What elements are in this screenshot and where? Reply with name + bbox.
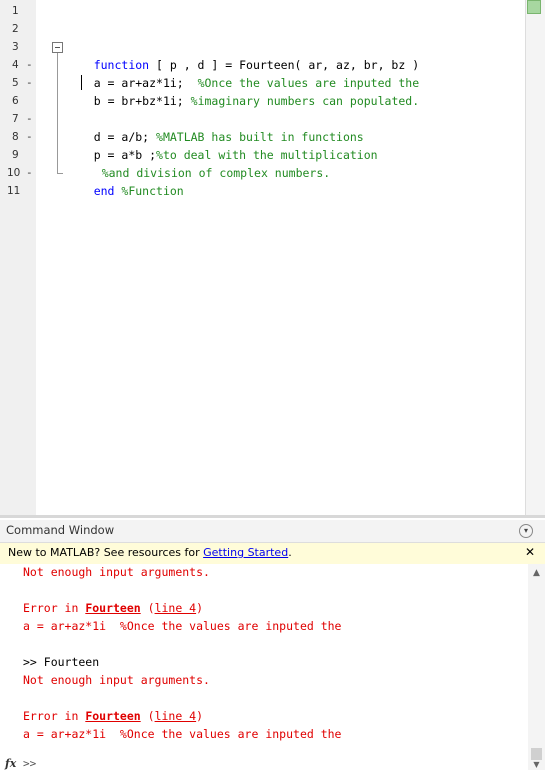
close-icon[interactable]: ✕ bbox=[525, 545, 535, 559]
output-line: a = ar+az*1i %Once the values are inpute… bbox=[23, 619, 342, 633]
code-text: = br+bz*1i; bbox=[107, 94, 191, 108]
error-text: ( bbox=[140, 709, 155, 723]
executable-line-marker[interactable]: - bbox=[26, 110, 34, 128]
output-line: a = ar+az*1i %Once the values are inpute… bbox=[23, 727, 342, 741]
code-text: b bbox=[93, 94, 108, 108]
command-prompt[interactable]: >> bbox=[23, 757, 36, 770]
code-line-9[interactable]: %and division of complex numbers. bbox=[74, 146, 330, 180]
error-text: ) bbox=[196, 709, 204, 723]
banner-suffix: . bbox=[288, 546, 292, 559]
editor-scrollbar[interactable] bbox=[525, 0, 545, 515]
executable-line-marker[interactable]: - bbox=[26, 128, 34, 146]
command-history-line: >> Fourteen bbox=[23, 655, 100, 669]
error-line-link[interactable]: line 4 bbox=[155, 709, 197, 723]
line-number: 1 bbox=[12, 5, 19, 17]
output-line: Error in Fourteen (line 4) bbox=[23, 707, 203, 725]
pane-divider[interactable] bbox=[0, 515, 545, 518]
line-number: 3 bbox=[12, 41, 19, 53]
executable-line-marker[interactable]: - bbox=[26, 74, 34, 92]
scrollbar-thumb[interactable] bbox=[531, 748, 542, 760]
editor-pane[interactable]: 1 2 3 4 5 6 7 8 9 10 11 - - - - - functi… bbox=[0, 0, 545, 518]
error-text: ( bbox=[140, 601, 155, 615]
output-line: Error in Fourteen (line 4) bbox=[23, 599, 203, 617]
code-line-10[interactable]: end %Function bbox=[66, 164, 184, 198]
code-comment: %imaginary numbers can populated. bbox=[190, 94, 420, 108]
output-line: Not enough input arguments. bbox=[23, 565, 210, 579]
code-line-5[interactable]: b = br+bz*1i; %imaginary numbers can pop… bbox=[66, 74, 419, 108]
getting-started-banner: New to MATLAB? See resources for Getting… bbox=[0, 543, 545, 565]
error-prefix: Error in bbox=[23, 709, 86, 723]
code-comment: %Function bbox=[114, 184, 184, 198]
code-fold-guide bbox=[57, 53, 58, 173]
code-analyzer-status-icon[interactable] bbox=[527, 0, 541, 14]
error-text: ) bbox=[196, 601, 204, 615]
code-line-7[interactable]: d = a/b; %MATLAB has built in functions bbox=[66, 110, 364, 144]
command-output[interactable]: Not enough input arguments. Error in Fou… bbox=[0, 564, 528, 770]
code-line-4[interactable]: a = ar+az*1i; %Once the values are input… bbox=[66, 56, 419, 90]
error-function-link[interactable]: Fourteen bbox=[85, 601, 140, 615]
banner-text: New to MATLAB? See resources for Getting… bbox=[8, 546, 292, 559]
banner-message: New to MATLAB? See resources for bbox=[8, 546, 204, 559]
code-fold-end bbox=[57, 173, 63, 174]
executable-line-marker[interactable]: - bbox=[26, 164, 34, 182]
error-line-link[interactable]: line 4 bbox=[155, 601, 197, 615]
code-fold-toggle-icon[interactable] bbox=[52, 42, 63, 53]
error-function-link[interactable]: Fourteen bbox=[85, 709, 140, 723]
output-line: Not enough input arguments. bbox=[23, 673, 210, 687]
code-line-8[interactable]: p = a*b ;%to deal with the multiplicatio… bbox=[66, 128, 378, 162]
line-number: 10 bbox=[7, 167, 21, 179]
command-window-header: Command Window ▾ bbox=[0, 520, 545, 543]
line-number: 9 bbox=[12, 149, 19, 161]
getting-started-link[interactable]: Getting Started bbox=[203, 546, 288, 559]
command-window-scrollbar[interactable] bbox=[528, 564, 545, 770]
scroll-up-icon[interactable]: ▲ bbox=[528, 568, 545, 582]
line-number: 6 bbox=[12, 95, 19, 107]
line-number: 2 bbox=[12, 23, 19, 35]
scroll-down-icon[interactable]: ▼ bbox=[528, 760, 545, 770]
keyword: end bbox=[93, 184, 115, 198]
executable-line-marker[interactable]: - bbox=[26, 56, 34, 74]
error-prefix: Error in bbox=[23, 601, 86, 615]
line-number: 11 bbox=[7, 185, 21, 197]
text-caret bbox=[81, 75, 82, 90]
chevron-down-circle-icon[interactable]: ▾ bbox=[519, 524, 533, 538]
function-browser-icon[interactable]: fx bbox=[5, 757, 16, 770]
code-line-3[interactable]: function [ p , d ] = Fourteen( ar, az, b… bbox=[66, 38, 419, 72]
command-window-title: Command Window bbox=[6, 523, 115, 537]
